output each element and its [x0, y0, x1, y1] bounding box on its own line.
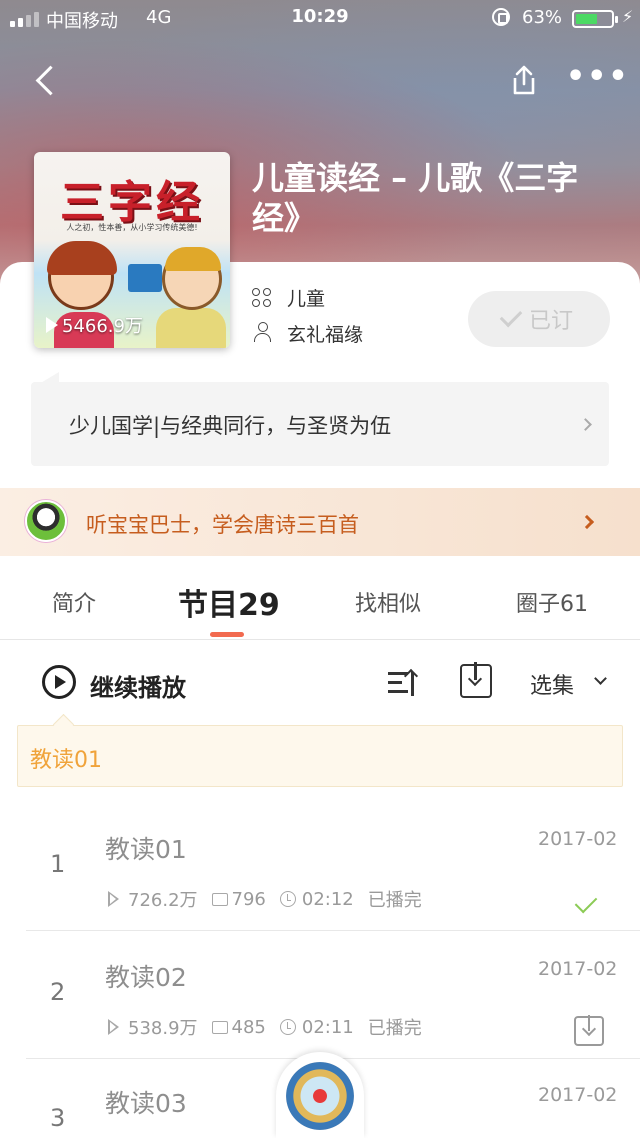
episode-duration: 02:12 — [301, 888, 354, 910]
tab-similar[interactable]: 找相似 — [355, 586, 421, 618]
episode-stats: 538.9万 485 02:11 已播完 — [108, 1014, 436, 1040]
chevron-down-icon — [594, 672, 607, 685]
episode-comments: 796 — [231, 888, 266, 910]
album-category[interactable]: 儿童 — [287, 284, 325, 311]
episode-row[interactable]: 2 教读02 2017-02 538.9万 485 02:11 已播完 — [0, 930, 640, 1058]
download-icon[interactable] — [574, 1015, 604, 1046]
episode-index: 3 — [50, 1104, 66, 1132]
episode-title: 教读03 — [105, 1089, 187, 1118]
promo-text: 听宝宝巴士，学会唐诗三百首 — [86, 513, 359, 537]
share-icon — [513, 65, 535, 95]
tab-intro[interactable]: 简介 — [52, 586, 96, 618]
mini-player-button[interactable] — [276, 1052, 364, 1138]
episode-status: 已播完 — [367, 1018, 422, 1039]
continue-play-label: 继续播放 — [90, 674, 186, 702]
cover-illustration-book — [128, 264, 162, 292]
episode-index: 2 — [50, 978, 66, 1006]
check-icon — [499, 304, 523, 328]
share-button[interactable] — [506, 62, 542, 98]
episode-plays: 726.2万 — [128, 890, 198, 911]
more-dots-icon: ••• — [566, 59, 630, 94]
episode-status: 已播完 — [367, 890, 422, 911]
cover-illustration-boy — [162, 247, 222, 310]
active-tab-indicator — [210, 632, 244, 637]
status-bar: 中国移动 4G 10:29 63% ⚡ — [0, 0, 640, 36]
promo-avatar — [25, 500, 67, 542]
episode-plays: 538.9万 — [128, 1018, 198, 1039]
last-played-title: 教读01 — [30, 748, 102, 773]
cover-subtitle: 人之初，性本善，从小学习传统美德! — [66, 223, 198, 232]
subscribe-button[interactable]: 已订 — [468, 291, 610, 347]
album-intro[interactable]: 少儿国学|与经典同行，与圣贤为伍 — [31, 382, 609, 466]
more-button[interactable]: ••• — [566, 62, 628, 98]
author-icon — [253, 322, 273, 342]
episode-title: 教读02 — [105, 963, 187, 992]
sort-icon[interactable] — [388, 666, 422, 698]
cover-play-count: 5466.9万 — [46, 312, 143, 338]
episode-index: 1 — [50, 850, 66, 878]
cover-illustration-girl — [47, 241, 117, 310]
select-episodes-label: 选集 — [530, 674, 575, 699]
episode-date: 2017-02 — [538, 828, 618, 850]
clock-icon — [279, 891, 296, 907]
comment-icon — [211, 1020, 228, 1034]
episode-toolbar: 继续播放 选集 — [0, 640, 640, 724]
subscribe-label: 已订 — [528, 309, 573, 334]
album-title: 儿童读经 – 儿歌《三字经》 — [252, 159, 579, 237]
category-icon — [252, 288, 272, 308]
episode-row[interactable]: 1 教读01 2017-02 726.2万 796 02:12 已播完 — [0, 800, 640, 928]
cover-play-count-value: 5466.9万 — [62, 316, 143, 337]
chevron-right-icon — [579, 514, 595, 530]
batch-download-icon[interactable] — [460, 662, 492, 698]
last-played-hint[interactable]: 教读01 — [17, 725, 623, 787]
tab-episodes[interactable]: 节目29 — [178, 580, 280, 624]
episode-title: 教读01 — [105, 835, 187, 864]
now-playing-cover — [286, 1062, 354, 1130]
play-count-icon — [108, 1019, 120, 1035]
rotation-lock-icon — [492, 8, 510, 26]
cover-title: 三字经 — [60, 177, 204, 228]
episode-stats: 726.2万 796 02:12 已播完 — [108, 886, 436, 912]
tab-circle[interactable]: 圈子61 — [516, 586, 588, 618]
episode-duration: 02:11 — [301, 1016, 354, 1038]
comment-icon — [211, 892, 228, 906]
cover-illustration-boy-body — [156, 308, 226, 348]
played-check-icon — [574, 890, 598, 914]
episode-comments: 485 — [231, 1016, 266, 1038]
back-button[interactable] — [32, 62, 62, 102]
battery-level — [576, 14, 597, 24]
play-icon — [46, 317, 58, 333]
battery-icon — [572, 10, 618, 28]
play-count-icon — [108, 891, 120, 907]
episode-date: 2017-02 — [538, 1084, 618, 1106]
clock-icon — [279, 1019, 296, 1035]
charging-icon: ⚡ — [622, 7, 634, 26]
battery-percent: 63% — [522, 7, 563, 28]
album-cover[interactable]: 三字经 人之初，性本善，从小学习传统美德! 5466.9万 — [34, 152, 230, 348]
album-tabs: 简介 节目29 找相似 圈子61 — [0, 556, 640, 640]
chevron-right-icon — [579, 418, 592, 431]
episode-date: 2017-02 — [538, 958, 618, 980]
play-circle-icon — [42, 665, 76, 699]
promo-banner[interactable]: 听宝宝巴士，学会唐诗三百首 — [0, 488, 640, 556]
album-intro-text: 少儿国学|与经典同行，与圣贤为伍 — [69, 414, 392, 438]
album-author[interactable]: 玄礼福缘 — [287, 320, 363, 347]
